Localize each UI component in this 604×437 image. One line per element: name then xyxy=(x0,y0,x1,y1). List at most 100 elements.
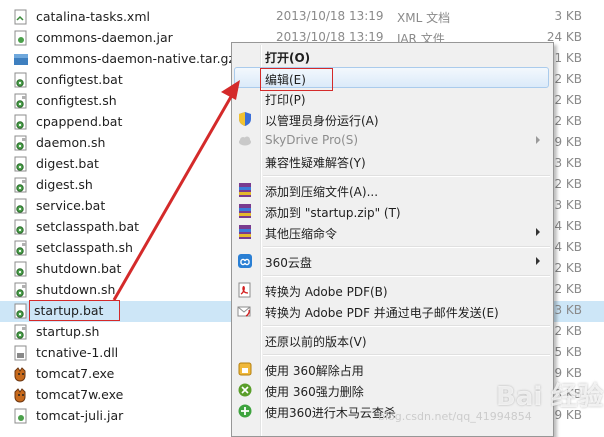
menu-item-label: 添加到压缩文件(A)... xyxy=(265,185,379,199)
file-name: tomcat-juli.jar xyxy=(36,408,124,423)
menu-separator xyxy=(263,246,550,248)
file-name: commons-daemon-native.tar.gz xyxy=(36,51,236,66)
bat-file-icon xyxy=(14,72,27,88)
bat-file-icon xyxy=(14,261,27,277)
winrar-icon xyxy=(239,225,251,239)
360-delete-icon xyxy=(238,383,252,397)
file-size: 2 KB xyxy=(554,261,582,275)
skydrive-cloud-icon xyxy=(239,136,251,146)
menu-item-4[interactable]: SkyDrive Pro(S) xyxy=(234,130,549,151)
menu-item-label: 打印(P) xyxy=(265,93,306,107)
menu-item-19[interactable]: 使用 360强力删除 xyxy=(234,380,549,401)
file-size: 4 KB xyxy=(554,240,582,254)
file-size: 3 KB xyxy=(554,198,582,212)
sh-file-icon xyxy=(14,240,27,256)
menu-item-14[interactable]: 转换为 Adobe PDF 并通过电子邮件发送(E) xyxy=(234,301,549,322)
winrar-icon xyxy=(239,204,251,218)
menu-item-label: 还原以前的版本(V) xyxy=(265,335,367,349)
file-name: startup.sh xyxy=(36,324,100,339)
menu-item-8[interactable]: 添加到 "startup.zip" (T) xyxy=(234,201,549,222)
submenu-arrow-icon xyxy=(536,257,540,265)
winrar-icon xyxy=(239,183,251,197)
menu-separator xyxy=(263,275,550,277)
menu-item-7[interactable]: 添加到压缩文件(A)... xyxy=(234,180,549,201)
menu-item-label: 360云盘 xyxy=(265,256,312,270)
file-size: 9 KB xyxy=(554,135,582,149)
file-name: digest.bat xyxy=(36,156,99,171)
menu-item-label: 添加到 "startup.zip" (T) xyxy=(265,206,401,220)
file-type: XML 文档 xyxy=(397,11,451,25)
file-name: tcnative-1.dll xyxy=(36,345,119,360)
file-size: 2 KB xyxy=(554,72,582,86)
file-name: tomcat7.exe xyxy=(36,366,115,381)
file-name: tomcat7w.exe xyxy=(36,387,124,402)
menu-item-label: 其他压缩命令 xyxy=(265,227,338,241)
file-name: setclasspath.sh xyxy=(36,240,133,255)
file-name: shutdown.bat xyxy=(36,261,122,276)
menu-separator xyxy=(263,175,550,177)
adobe-pdf-mail-icon xyxy=(237,306,251,317)
sh-file-icon xyxy=(14,282,27,298)
menu-item-13[interactable]: 转换为 Adobe PDF(B) xyxy=(234,280,549,301)
bat-file-icon xyxy=(14,219,27,235)
submenu-arrow-icon xyxy=(536,228,540,236)
menu-item-18[interactable]: 使用 360解除占用 xyxy=(234,359,549,380)
file-size: 2 KB xyxy=(554,177,582,191)
bat-file-icon xyxy=(14,114,27,130)
uac-shield-icon xyxy=(239,112,251,126)
file-name: digest.sh xyxy=(36,177,93,192)
archive-file-icon xyxy=(14,54,28,65)
menu-item-9[interactable]: 其他压缩命令 xyxy=(234,222,549,243)
context-menu: 打开(O) 编辑(E) 打印(P) 以管理员身份运行(A) SkyDrive Pro(S… xyxy=(231,42,554,437)
menu-item-label: 以管理员身份运行(A) xyxy=(265,114,379,128)
file-name: daemon.sh xyxy=(36,135,106,150)
tomcat-exe-icon xyxy=(14,388,26,403)
dll-file-icon xyxy=(14,345,27,361)
menu-item-5[interactable]: 兼容性疑难解答(Y) xyxy=(234,151,549,172)
menu-item-label: 编辑(E) xyxy=(260,68,333,91)
menu-separator xyxy=(263,325,550,327)
360-unlock-icon xyxy=(238,362,252,376)
jar-file-icon xyxy=(14,408,27,424)
file-size: 4 KB xyxy=(554,219,582,233)
menu-item-label: 转换为 Adobe PDF 并通过电子邮件发送(E) xyxy=(265,306,499,320)
menu-item-2[interactable]: 打印(P) xyxy=(234,88,549,109)
file-size: 3 KB xyxy=(554,156,582,170)
file-name: configtest.bat xyxy=(36,72,123,87)
file-name: catalina-tasks.xml xyxy=(36,9,150,24)
tomcat-exe-icon xyxy=(14,367,26,382)
sh-file-icon xyxy=(14,177,27,193)
file-name: commons-daemon.jar xyxy=(36,30,173,45)
file-name: service.bat xyxy=(36,198,106,213)
menu-item-3[interactable]: 以管理员身份运行(A) xyxy=(234,109,549,130)
file-name: setclasspath.bat xyxy=(36,219,140,234)
bat-file-icon xyxy=(14,198,27,214)
menu-item-label: 转换为 Adobe PDF(B) xyxy=(265,285,388,299)
menu-item-1[interactable]: 编辑(E) xyxy=(234,67,549,91)
menu-item-16[interactable]: 还原以前的版本(V) xyxy=(234,330,549,351)
sh-file-icon xyxy=(14,135,27,151)
menu-item-label: 使用 360强力删除 xyxy=(265,385,364,399)
file-size: 3 KB xyxy=(554,387,582,401)
menu-item-label: 使用 360解除占用 xyxy=(265,364,364,378)
file-row[interactable]: catalina-tasks.xml 2013/10/18 13:19 XML 文档… xyxy=(0,7,604,28)
file-size: 2 KB xyxy=(554,324,582,338)
bat-file-icon xyxy=(14,156,27,172)
submenu-arrow-icon xyxy=(536,136,540,144)
file-size: 3 KB xyxy=(554,9,582,23)
menu-item-label: 兼容性疑难解答(Y) xyxy=(265,156,366,170)
menu-item-label: 使用360进行木马云查杀 xyxy=(265,406,396,420)
file-size: 2 KB xyxy=(554,114,582,128)
adobe-pdf-icon xyxy=(238,282,251,298)
360-scan-icon xyxy=(238,404,252,418)
file-size: 2 KB xyxy=(554,93,582,107)
menu-item-11[interactable]: 360云盘 xyxy=(234,251,549,272)
menu-item-20[interactable]: 使用360进行木马云查杀 xyxy=(234,401,549,422)
file-name: startup.bat xyxy=(28,300,121,321)
menu-item-0[interactable]: 打开(O) xyxy=(234,46,549,67)
menu-item-label: 打开(O) xyxy=(265,51,311,65)
xml-file-icon xyxy=(14,9,27,25)
jar-file-icon xyxy=(14,30,27,46)
menu-separator xyxy=(263,354,550,356)
menu-item-label: SkyDrive Pro(S) xyxy=(265,133,359,147)
